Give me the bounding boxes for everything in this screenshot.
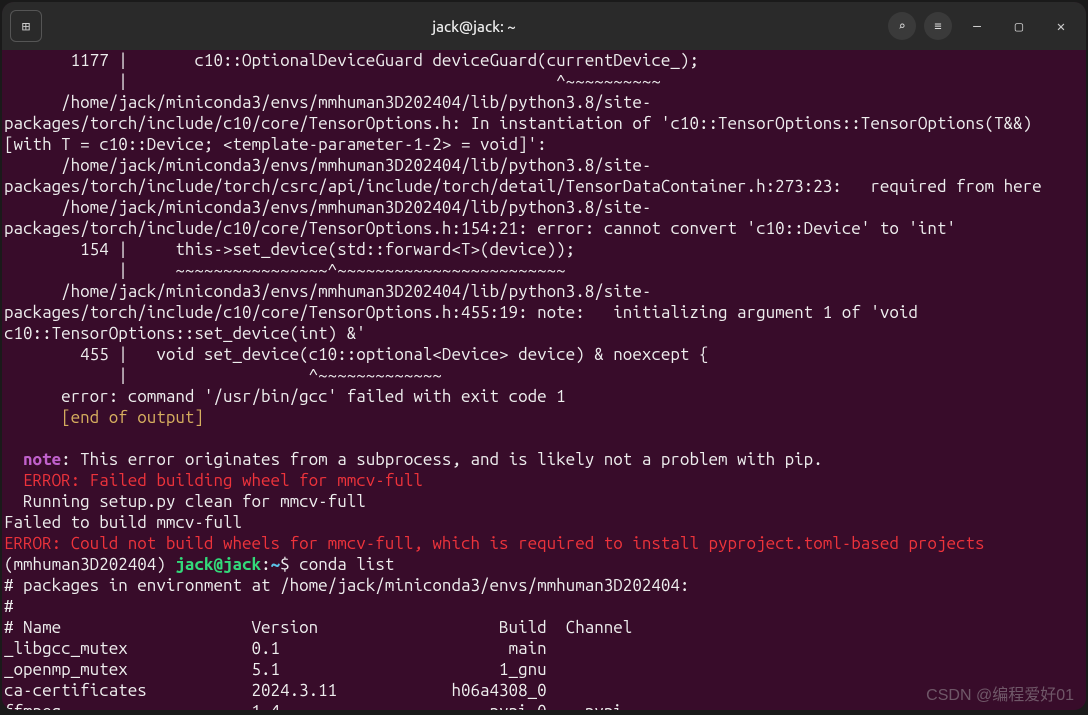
terminal-content[interactable]: 1177 | c10::OptionalDeviceGuard deviceGu… <box>2 50 1086 710</box>
terminal-window: ⊞ jack@jack: ~ ⌕ ≡ — ▢ ✕ 1177 | c10::Opt… <box>2 2 1086 710</box>
note-text: : This error originates from a subproces… <box>61 450 823 469</box>
search-button[interactable]: ⌕ <box>888 12 916 40</box>
prompt-colon: : <box>261 555 271 574</box>
table-row: ffmpeg 1.4 pypi_0 pypi <box>4 702 623 710</box>
window-title: jack@jack: ~ <box>60 18 888 35</box>
prompt-env: (mmhuman3D202404) <box>4 555 175 574</box>
new-tab-button[interactable]: ⊞ <box>10 10 42 42</box>
maximize-button[interactable]: ▢ <box>1002 12 1036 40</box>
prompt-user: jack@jack <box>175 555 261 574</box>
table-row: ca-certificates 2024.3.11 h06a4308_0 <box>4 681 547 700</box>
error-line: ERROR: Failed building wheel for mmcv-fu… <box>4 471 423 490</box>
menu-button[interactable]: ≡ <box>924 12 952 40</box>
prompt-path: ~ <box>271 555 281 574</box>
titlebar: ⊞ jack@jack: ~ ⌕ ≡ — ▢ ✕ <box>2 2 1086 50</box>
watermark: CSDN @编程爱好01 <box>926 685 1074 706</box>
command-input: conda list <box>299 555 394 574</box>
output-line: | ^~~~~~~~~~~ <box>4 72 661 91</box>
output-line: Running setup.py clean for mmcv-full <box>4 492 366 511</box>
output-line: /home/jack/miniconda3/envs/mmhuman3D2024… <box>4 156 1042 196</box>
table-row: _libgcc_mutex 0.1 main <box>4 639 547 658</box>
output-line: # <box>4 597 14 616</box>
output-line: error: command '/usr/bin/gcc' failed wit… <box>4 387 566 406</box>
output-line: 455 | void set_device(c10::optional<Devi… <box>4 345 708 364</box>
close-button[interactable]: ✕ <box>1044 12 1078 40</box>
output-line: Failed to build mmcv-full <box>4 513 242 532</box>
output-line: /home/jack/miniconda3/envs/mmhuman3D2024… <box>4 198 956 238</box>
output-line: 154 | this->set_device(std::forward<T>(d… <box>4 240 575 259</box>
output-line: | ~~~~~~~~~~~~~~~~^~~~~~~~~~~~~~~~~~~~~~… <box>4 261 566 280</box>
output-line: /home/jack/miniconda3/envs/mmhuman3D2024… <box>4 93 1042 154</box>
output-line: 1177 | c10::OptionalDeviceGuard deviceGu… <box>4 51 699 70</box>
prompt-dollar: $ <box>280 555 299 574</box>
package-header: # packages in environment at /home/jack/… <box>4 576 689 595</box>
output-line: /home/jack/miniconda3/envs/mmhuman3D2024… <box>4 282 927 343</box>
output-line: | ^~~~~~~~~~~~~~ <box>4 366 442 385</box>
end-of-output: [end of output] <box>4 408 204 427</box>
table-row: _openmp_mutex 5.1 1_gnu <box>4 660 547 679</box>
minimize-button[interactable]: — <box>960 12 994 40</box>
table-header: # Name Version Build Channel <box>4 618 632 637</box>
note-label: note <box>4 450 61 469</box>
error-line: ERROR: Could not build wheels for mmcv-f… <box>4 534 985 553</box>
